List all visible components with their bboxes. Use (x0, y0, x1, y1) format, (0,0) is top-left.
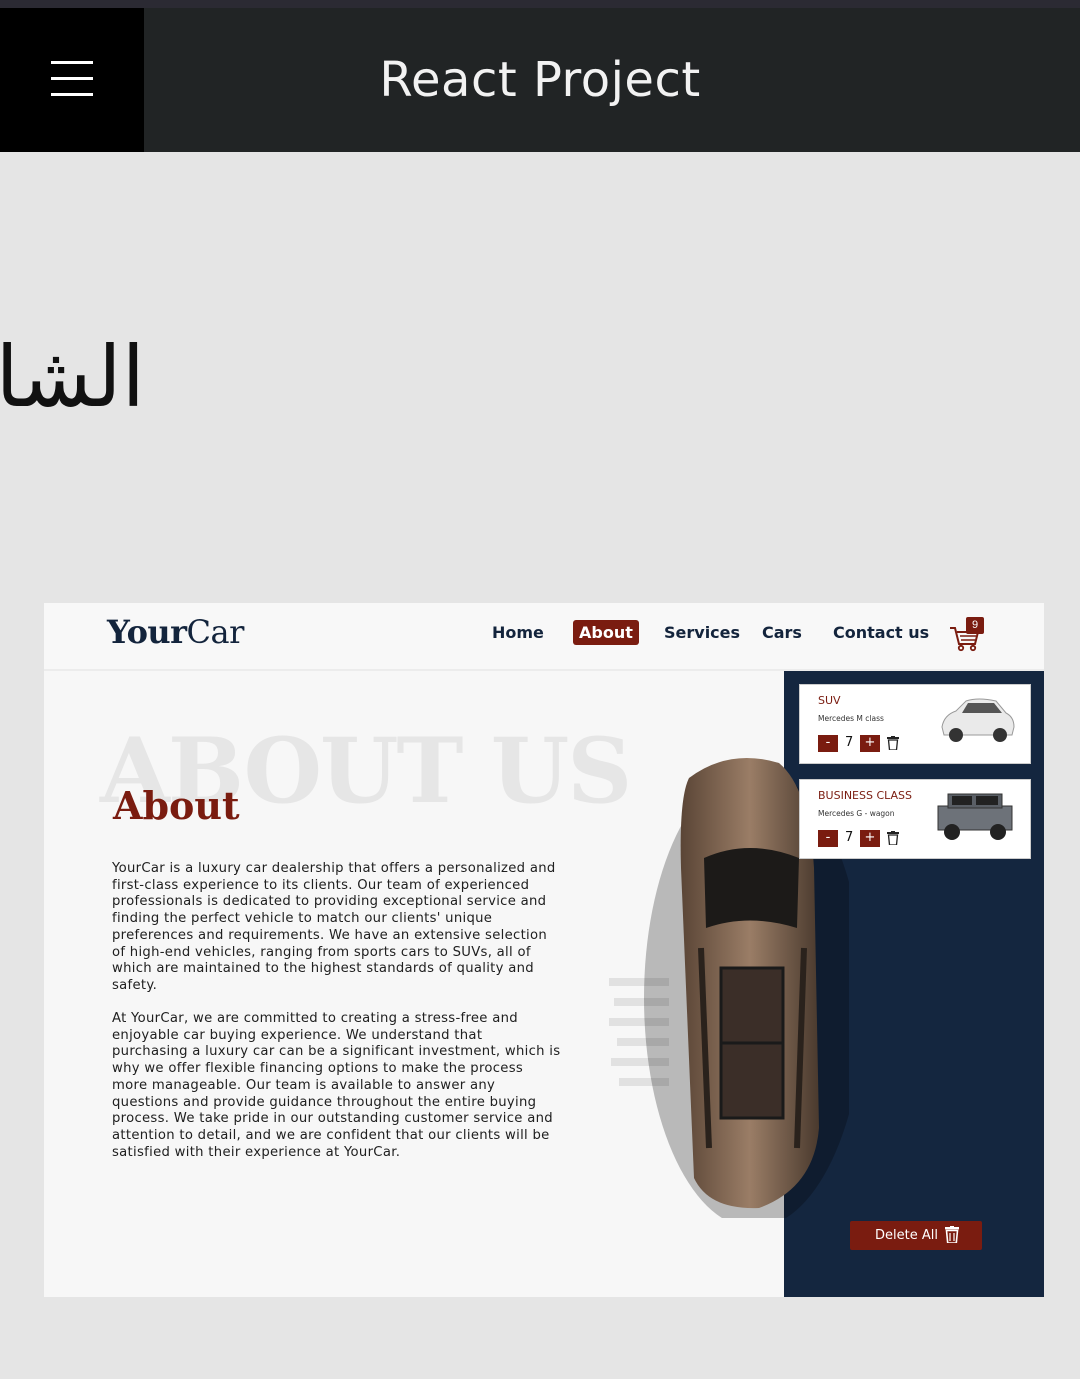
trash-icon (945, 1226, 959, 1243)
app-title: React Project (379, 52, 701, 108)
cart-count-badge: 9 (966, 617, 984, 634)
cart-item-card: BUSINESS CLASS Mercedes G - wagon - 7 + (799, 779, 1031, 859)
arabic-heading: الشا (0, 322, 144, 432)
site-navbar: YourCar Home About Services Cars Contact… (44, 603, 1044, 671)
cart-item-subtitle: Mercedes G - wagon (818, 809, 895, 818)
arabic-text: الشا (0, 328, 144, 426)
cart-item-qty: 7 (845, 735, 854, 750)
suv-car-thumbnail (941, 698, 1015, 742)
nav-cars[interactable]: Cars (762, 623, 802, 642)
nav-about[interactable]: About (573, 620, 639, 645)
gwagon-car-thumbnail (937, 793, 1013, 840)
about-paragraph-1: YourCar is a luxury car dealership that … (112, 861, 556, 993)
nav-services[interactable]: Services (664, 623, 740, 642)
increase-qty-button[interactable]: + (860, 735, 880, 752)
decrease-qty-button[interactable]: - (818, 735, 838, 752)
brand-logo[interactable]: YourCar (107, 613, 244, 651)
about-heading: About (113, 783, 240, 828)
decrease-qty-button[interactable]: - (818, 830, 838, 847)
brand-bold: Your (107, 613, 187, 651)
cart-item-subtitle: Mercedes M class (818, 714, 884, 723)
cart-item-qty: 7 (845, 830, 854, 845)
app-bar: React Project (0, 8, 1080, 152)
status-strip (0, 0, 1080, 8)
brand-regular: Car (186, 613, 245, 651)
cart-item-card: SUV Mercedes M class - 7 + (799, 684, 1031, 764)
increase-qty-button[interactable]: + (860, 830, 880, 847)
delete-all-label: Delete All (875, 1228, 938, 1243)
cart-item-title: SUV (818, 694, 841, 707)
trash-icon[interactable] (887, 831, 899, 845)
cart-item-title: BUSINESS CLASS (818, 789, 913, 802)
trash-icon[interactable] (887, 736, 899, 750)
nav-contact[interactable]: Contact us (833, 623, 929, 642)
about-paragraph-2: At YourCar, we are committed to creating… (112, 1011, 561, 1160)
nav-home[interactable]: Home (492, 623, 544, 642)
website-screenshot: YourCar Home About Services Cars Contact… (44, 603, 1044, 1297)
delete-all-button[interactable]: Delete All (850, 1221, 982, 1250)
